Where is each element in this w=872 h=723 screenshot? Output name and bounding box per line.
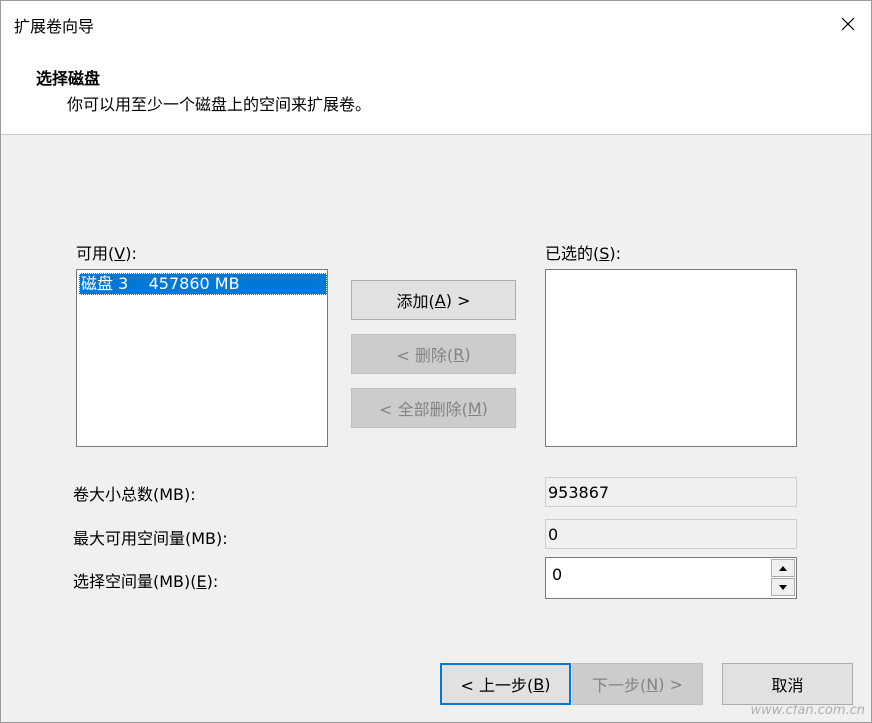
extend-volume-wizard-window: 扩展卷向导 选择磁盘 你可以用至少一个磁盘上的空间来扩展卷。 可用(V): 磁盘… — [0, 0, 872, 723]
cancel-button[interactable]: 取消 — [722, 663, 853, 705]
title-bar: 扩展卷向导 — [1, 1, 871, 47]
back-button[interactable]: < 上一步(B) — [440, 663, 571, 705]
triangle-up-icon — [779, 565, 787, 571]
window-title: 扩展卷向导 — [14, 17, 95, 36]
next-button[interactable]: 下一步(N) > — [572, 663, 703, 705]
max-space-label: 最大可用空间量(MB): — [73, 529, 228, 548]
remove-all-button[interactable]: < 全部删除(M) — [351, 388, 516, 428]
close-icon — [841, 17, 855, 31]
available-disks-list[interactable]: 磁盘 3 457860 MB — [76, 269, 328, 447]
selected-disks-list[interactable] — [545, 269, 797, 447]
available-label: 可用(V): — [76, 244, 137, 263]
page-subtitle: 你可以用至少一个磁盘上的空间来扩展卷。 — [67, 95, 372, 114]
spin-down-button[interactable] — [771, 578, 795, 596]
spin-up-button[interactable] — [771, 559, 795, 577]
select-space-label: 选择空间量(MB)(E): — [73, 572, 219, 591]
triangle-down-icon — [779, 584, 787, 590]
total-size-value: 953867 — [545, 477, 797, 507]
list-item-disk-3[interactable]: 磁盘 3 457860 MB — [79, 273, 327, 295]
select-space-input[interactable] — [552, 565, 752, 584]
selected-label: 已选的(S): — [545, 244, 622, 263]
select-space-stepper — [545, 557, 797, 599]
add-button[interactable]: 添加(A) > — [351, 280, 516, 320]
page-title: 选择磁盘 — [36, 69, 101, 88]
watermark: www.cfan.com.cn — [750, 703, 865, 718]
close-button[interactable] — [825, 1, 871, 47]
max-space-value: 0 — [545, 519, 797, 549]
wizard-header: 选择磁盘 你可以用至少一个磁盘上的空间来扩展卷。 — [1, 47, 871, 135]
remove-button[interactable]: < 删除(R) — [351, 334, 516, 374]
total-size-label: 卷大小总数(MB): — [73, 485, 196, 504]
